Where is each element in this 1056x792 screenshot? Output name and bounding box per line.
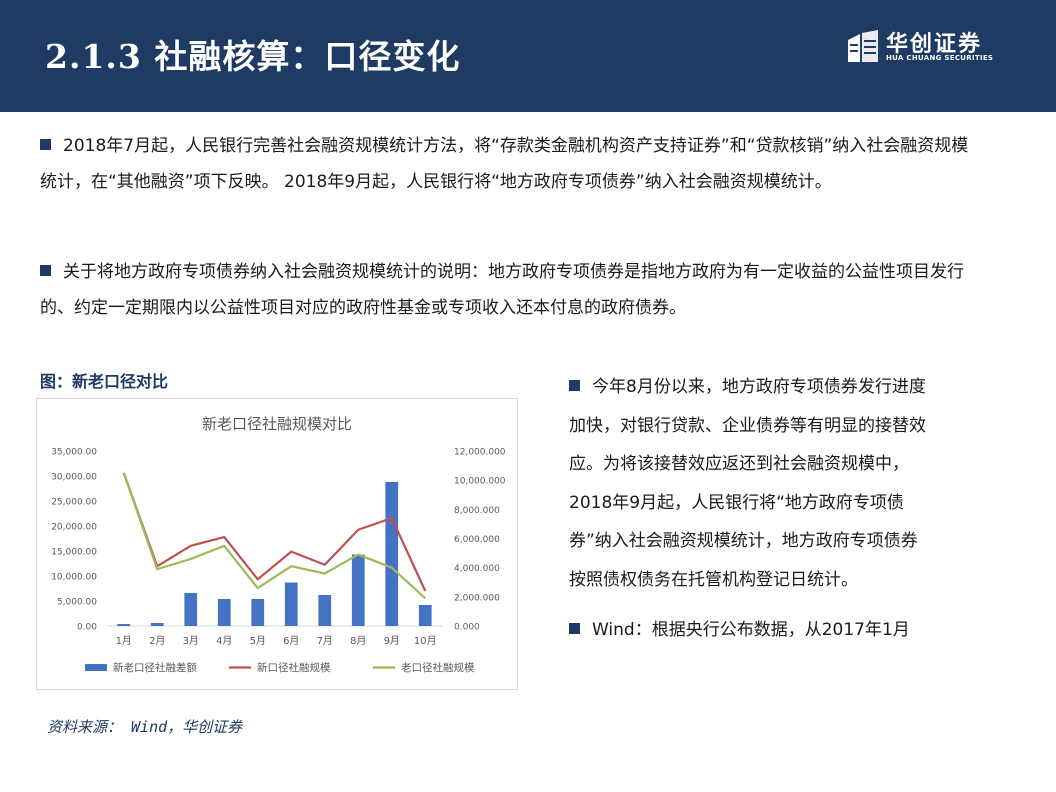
figure-label: 图：新老口径对比 [40,372,169,391]
figure-source: 资料来源： Wind，华创证券 [47,718,243,736]
y-right-tick-label: 10,000.000 [454,477,506,487]
y-right-tick-label: 8,000.000 [454,506,500,516]
bullet-square-icon [569,380,580,391]
y-right-tick-label: 4,000.000 [454,564,500,574]
bar-10月 [418,605,432,626]
bar-7月 [318,595,332,626]
bar-3月 [184,593,198,626]
bullet-square-icon [569,623,580,634]
body-paragraph-2-text: 关于将地方政府专项债券纳入社会融资规模统计的说明：地方政府专项债券是指地方政府为… [40,262,964,318]
x-tick-label: 7月 [317,635,333,647]
page-title: 2.1.3 社融核算：口径变化 [45,37,461,76]
bar-9月 [385,482,399,626]
right-paragraph-1: 今年8月份以来，地方政府专项债券发行进度加快，对银行贷款、企业债券等有明显的接替… [569,368,931,599]
y-left-tick-label: 10,000.00 [51,573,97,583]
bullet-square-icon [40,265,51,276]
logo-english-name: HUA CHUANG SECURITIES [886,54,994,62]
y-left-tick-label: 20,000.00 [51,523,97,533]
bar-6月 [284,582,298,626]
y-left-tick-label: 0.00 [77,623,97,633]
legend-swatch [85,664,107,671]
y-left-tick-label: 25,000.00 [51,498,97,508]
x-tick-label: 2月 [149,635,165,647]
logo-mark-icon [848,30,878,62]
bullet-square-icon [40,139,51,150]
chart-title: 新老口径社融规模对比 [202,415,352,433]
y-left-tick-label: 15,000.00 [51,548,97,558]
chart-container: 新老口径社融规模对比 35,000.00 30,000.00 25,000.00 20,… [36,398,518,690]
bar-8月 [351,554,365,626]
legend-label: 老口径社融规模 [401,661,475,674]
x-tick-label: 6月 [283,635,299,647]
legend-label: 新口径社融规模 [257,661,331,674]
header-bar: 2.1.3 社融核算：口径变化 华创证券 HUA CHUANG SECURITI… [0,0,1056,112]
right-column: 今年8月份以来，地方政府专项债券发行进度加快，对银行贷款、企业债券等有明显的接替… [569,368,931,650]
x-tick-label: 1月 [116,635,132,647]
y-right-tick-label: 0.000 [454,623,480,633]
y-left-tick-label: 35,000.00 [51,448,97,458]
line-series-老口径社融规模 [122,472,426,600]
x-tick-label: 4月 [216,635,232,647]
x-tick-label: 3月 [183,635,199,647]
bar-4月 [217,599,231,626]
legend-label: 新老口径社融差额 [113,661,197,674]
company-logo: 华创证券 HUA CHUANG SECURITIES [846,28,1006,68]
bar-5月 [251,599,265,626]
x-tick-label: 10月 [414,635,437,647]
x-tick-label: 8月 [350,635,366,647]
combo-chart: 新老口径社融规模对比 35,000.00 30,000.00 25,000.00 20,… [51,415,506,674]
y-left-tick-label: 5,000.00 [57,598,97,608]
bar-1月 [117,624,131,626]
x-tick-label: 9月 [384,635,400,647]
right-paragraph-1-text: 今年8月份以来，地方政府专项债券发行进度加快，对银行贷款、企业债券等有明显的接替… [569,377,926,590]
y-left-tick-label: 30,000.00 [51,473,97,483]
right-paragraph-2: Wind：根据央行公布数据，从2017年1月 [569,611,931,650]
y-right-tick-label: 2,000.000 [454,593,500,603]
right-paragraph-2-text: Wind：根据央行公布数据，从2017年1月 [592,620,910,640]
y-right-tick-label: 6,000.000 [454,535,500,545]
bar-2月 [150,623,164,626]
body-paragraph-1: 2018年7月起，人民银行完善社会融资规模统计方法，将“存款类金融机构资产支持证… [40,128,970,200]
line-series-新口径社融规模 [122,472,427,592]
body-paragraph-1-text: 2018年7月起，人民银行完善社会融资规模统计方法，将“存款类金融机构资产支持证… [40,136,969,192]
x-tick-label: 5月 [250,635,266,647]
y-right-tick-label: 12,000.000 [454,448,506,458]
body-paragraph-2: 关于将地方政府专项债券纳入社会融资规模统计的说明：地方政府专项债券是指地方政府为… [40,254,970,326]
